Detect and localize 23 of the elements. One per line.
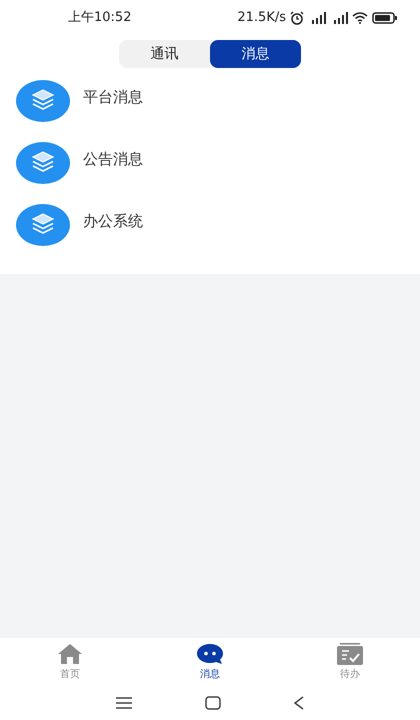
checklist-icon (337, 642, 363, 664)
message-title: 办公系统 (83, 211, 143, 232)
home-icon (57, 642, 83, 664)
status-time: 上午10:52 (68, 9, 132, 28)
message-list-item[interactable]: 公告消息 (0, 138, 420, 200)
message-title: 平台消息 (83, 87, 143, 108)
alarm-icon (290, 11, 304, 25)
message-list-item[interactable]: 平台消息 (0, 76, 420, 138)
menu-icon[interactable] (116, 697, 132, 709)
message-title: 公告消息 (83, 149, 143, 170)
back-icon[interactable] (294, 696, 304, 710)
segment-tab[interactable]: 消息 (210, 40, 301, 68)
battery-icon (372, 12, 398, 24)
layers-icon (16, 142, 70, 184)
message-list-item[interactable]: 办公系统 (0, 200, 420, 262)
network-speed: 21.5K/s (237, 9, 286, 28)
layers-icon (16, 204, 70, 246)
home-square-icon[interactable] (204, 696, 221, 710)
segment-tab[interactable]: 通讯 (119, 40, 210, 68)
chat-bubble-icon (196, 642, 224, 664)
wifi-icon (352, 12, 368, 24)
layers-icon (16, 80, 70, 122)
nav-tab[interactable]: 消息 (140, 638, 280, 686)
